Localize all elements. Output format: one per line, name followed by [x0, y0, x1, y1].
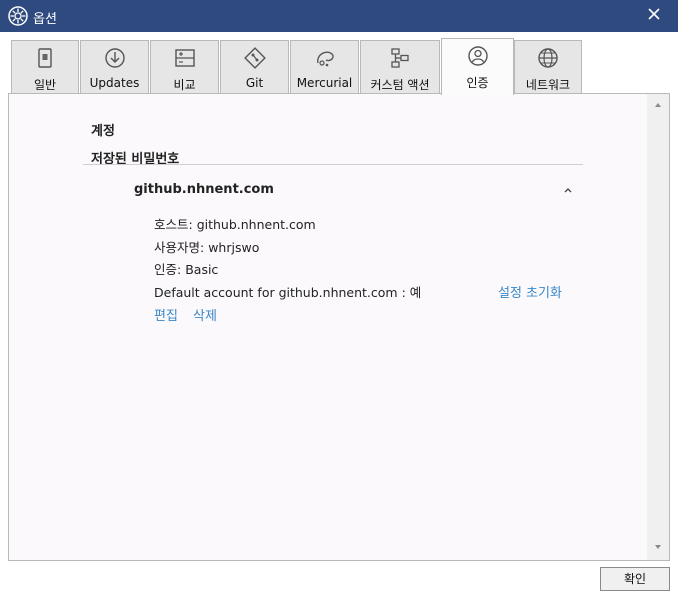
default-account-label: Default account for github.nhnent.com :	[154, 285, 406, 300]
general-icon	[38, 48, 52, 68]
chevron-up-icon[interactable]	[562, 185, 574, 195]
globe-icon	[538, 48, 558, 68]
reset-settings-link[interactable]: 설정 초기화	[498, 282, 562, 301]
mercurial-icon	[316, 51, 334, 67]
custom-action-icon	[391, 48, 409, 68]
tab-label: Git	[245, 76, 264, 90]
host-value: github.nhnent.com	[196, 217, 316, 232]
section-divider	[83, 164, 583, 165]
ok-button[interactable]: 확인	[600, 567, 670, 591]
scroll-up-icon[interactable]	[652, 100, 664, 110]
default-account-value: 예	[409, 285, 422, 300]
git-icon	[243, 47, 266, 69]
tab-custom-actions[interactable]: 커스텀 액션	[360, 40, 440, 93]
tab-label: 인증	[466, 76, 489, 90]
tab-general[interactable]: 일반	[11, 40, 79, 93]
auth-row: 인증: Basic	[154, 259, 218, 278]
tab-compare[interactable]: 비교	[150, 40, 219, 93]
user-icon	[467, 46, 488, 66]
delete-link[interactable]: 삭제	[193, 305, 217, 324]
tab-label: 네트워크	[525, 78, 571, 92]
tab-label: Updates	[89, 76, 140, 90]
tab-label: 커스텀 액션	[370, 78, 430, 92]
username-value: whrjswo	[208, 240, 260, 255]
auth-label: 인증:	[154, 262, 182, 277]
username-row: 사용자명: whrjswo	[154, 237, 259, 256]
host-row: 호스트: github.nhnent.com	[154, 214, 316, 233]
tab-git[interactable]: Git	[220, 40, 289, 93]
tab-updates[interactable]: Updates	[80, 40, 149, 93]
default-account-row: Default account for github.nhnent.com : …	[154, 282, 421, 301]
tab-network[interactable]: 네트워크	[514, 40, 582, 93]
tab-label: Mercurial	[296, 76, 353, 90]
close-icon[interactable]	[646, 6, 662, 22]
tab-mercurial[interactable]: Mercurial	[290, 40, 359, 93]
tab-label: 비교	[173, 78, 196, 92]
edit-link[interactable]: 편집	[154, 305, 178, 324]
tab-label: 일반	[33, 78, 57, 92]
compare-icon	[174, 49, 195, 67]
scroll-down-icon[interactable]	[652, 542, 664, 552]
accounts-heading: 계정	[91, 124, 115, 139]
auth-value: Basic	[185, 262, 219, 277]
options-tabs: 일반 Updates 비교 Git Mercurial 커스텀 액션 인증 네트…	[0, 32, 678, 95]
title-bar: 옵션	[0, 0, 678, 32]
username-label: 사용자명:	[154, 240, 205, 255]
host-label: 호스트:	[154, 217, 193, 232]
gear-icon	[8, 6, 28, 26]
tab-authentication[interactable]: 인증	[441, 38, 514, 95]
account-name: github.nhnent.com	[134, 182, 274, 197]
window-title: 옵션	[33, 12, 57, 27]
vertical-scrollbar[interactable]	[647, 94, 669, 560]
download-icon	[104, 48, 125, 68]
options-window: 옵션 일반 Updates 비교 Git Mercurial 커스텀 액션 인증…	[0, 0, 678, 598]
auth-panel: 계정 저장된 비밀번호 github.nhnent.com 호스트: githu…	[8, 93, 670, 561]
